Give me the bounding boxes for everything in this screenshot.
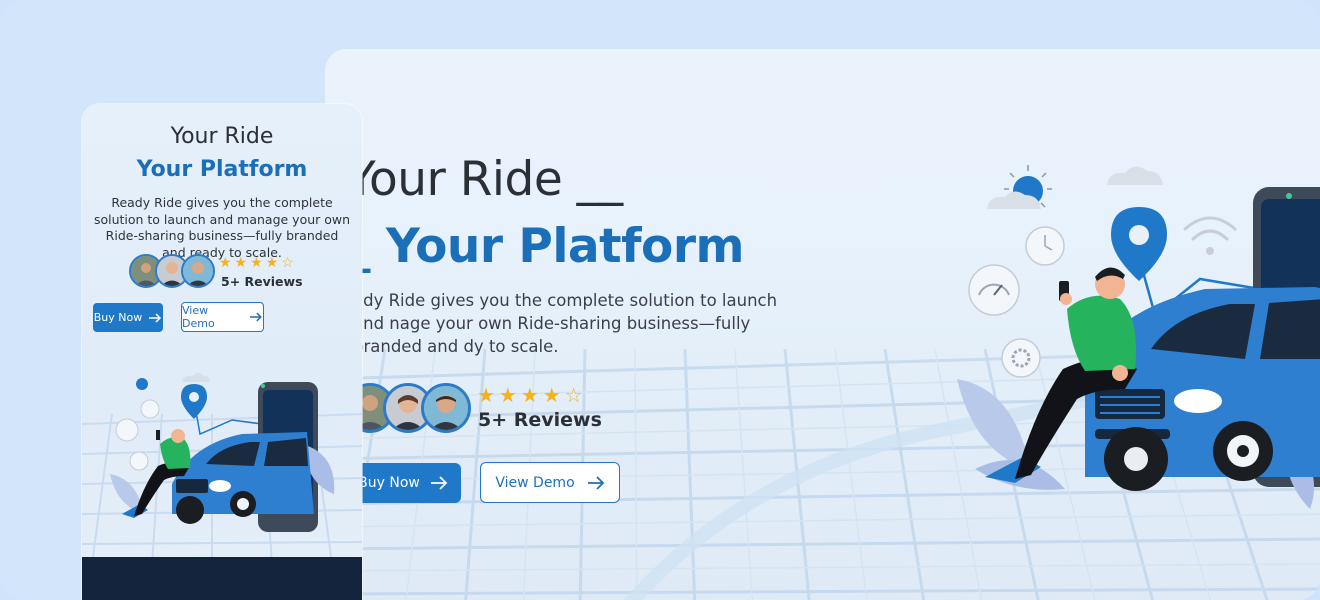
arrow-right-icon xyxy=(250,312,263,322)
desktop-preview: Your Ride __ _ Your Platform ady Ride gi… xyxy=(325,49,1320,600)
mobile-hero-title-line1: Your Ride xyxy=(170,124,274,149)
cloud-icon xyxy=(182,373,210,382)
speedometer-icon xyxy=(115,418,139,442)
mobile-hero-illustration xyxy=(82,373,362,564)
reviews-count: 5+ Reviews xyxy=(478,409,602,431)
mobile-section-photo xyxy=(94,574,354,600)
gear-icon xyxy=(129,451,149,471)
mobile-hero-title-line2: Your Platform xyxy=(136,157,308,182)
mobile-hero-description: Ready Ride gives you the complete soluti… xyxy=(93,195,351,260)
arrow-right-icon xyxy=(430,476,448,490)
avatar xyxy=(181,254,215,288)
reviewer-avatars xyxy=(345,383,471,433)
buy-now-button[interactable]: Buy Now xyxy=(345,463,461,503)
gear-icon xyxy=(1001,338,1041,378)
mobile-view-demo-label: View Demo xyxy=(182,304,215,330)
hero-title-line1: Your Ride __ xyxy=(347,152,623,207)
car-illustration xyxy=(172,432,314,524)
arrow-right-icon xyxy=(587,475,604,490)
mobile-reviews-count: 5+ Reviews xyxy=(221,274,303,289)
avatar xyxy=(421,383,471,433)
mobile-view-demo-button[interactable]: View Demo xyxy=(181,302,264,332)
mobile-rating-stars: ★★★★☆ xyxy=(219,254,297,270)
speedometer-icon xyxy=(968,264,1020,316)
view-demo-label: View Demo xyxy=(495,474,575,491)
sun-icon xyxy=(136,378,148,390)
mobile-buy-now-label: Buy Now xyxy=(93,311,143,324)
clock-icon xyxy=(1025,226,1065,266)
mobile-preview: Your Ride Your Platform Ready Ride gives… xyxy=(82,104,362,600)
rating-stars: ★★★★☆ xyxy=(477,385,587,407)
hero-description: ady Ride gives you the complete solution… xyxy=(353,291,778,356)
clock-icon xyxy=(140,399,160,419)
arrow-right-icon xyxy=(149,312,162,323)
hero-title-line2: _ Your Platform xyxy=(347,219,745,274)
view-demo-button[interactable]: View Demo xyxy=(480,462,620,503)
buy-now-label: Buy Now xyxy=(358,475,420,491)
mobile-reviewer-avatars xyxy=(129,254,215,288)
canvas-background: Your Ride __ _ Your Platform ady Ride gi… xyxy=(0,0,1320,600)
mobile-buy-now-button[interactable]: Buy Now xyxy=(93,303,163,332)
